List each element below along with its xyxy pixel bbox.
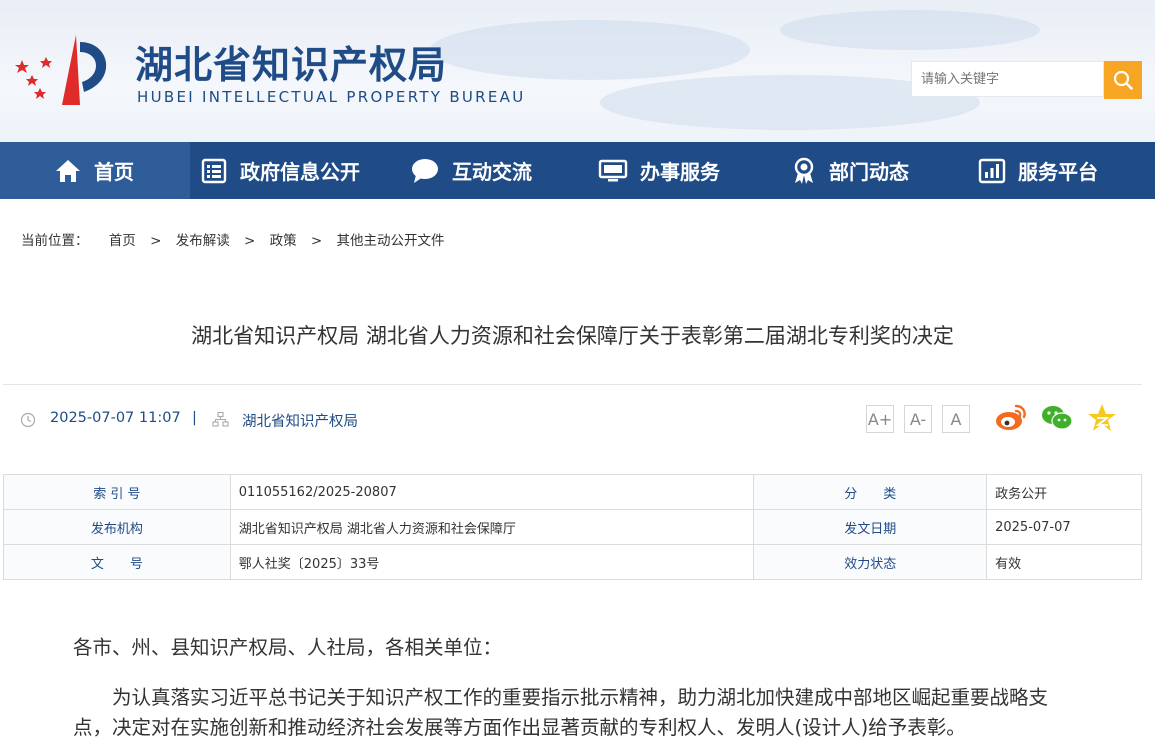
- info-key: 文 号: [3, 544, 231, 580]
- info-key: 发布机构: [3, 509, 231, 545]
- breadcrumb-item-release[interactable]: 发布解读: [176, 233, 230, 249]
- search-icon: [1113, 70, 1133, 90]
- font-default-label: A: [950, 409, 962, 429]
- info-key: 发文日期: [753, 509, 988, 545]
- nav-label: 服务平台: [1018, 160, 1098, 184]
- body-paragraph-line: 为认真落实习近平总书记关于知识产权工作的重要指示批示精神，助力湖北加快建成中部地…: [112, 686, 1049, 709]
- nav-item-gov-info[interactable]: 政府信息公开: [200, 142, 360, 199]
- wechat-share-icon[interactable]: [1040, 402, 1074, 434]
- font-larger-button[interactable]: A+: [866, 405, 894, 433]
- nav-item-interaction[interactable]: 互动交流: [410, 142, 532, 199]
- nav-label: 政府信息公开: [240, 160, 360, 184]
- nav-item-platform[interactable]: 服务平台: [978, 142, 1098, 199]
- article-title: 湖北省知识产权局 湖北省人力资源和社会保障厅关于表彰第二届湖北专利奖的决定: [191, 324, 954, 348]
- cloud-decoration: [780, 10, 1040, 50]
- font-default-button[interactable]: A: [942, 405, 970, 433]
- info-value: 有效: [986, 544, 1142, 580]
- nav-item-home[interactable]: 首页: [0, 142, 190, 199]
- bar-chart-icon: [978, 158, 1006, 183]
- site-logo-icon[interactable]: [10, 30, 120, 110]
- clock-icon: [20, 412, 36, 428]
- weibo-share-icon[interactable]: [994, 402, 1028, 434]
- monitor-icon: [598, 159, 628, 181]
- table-row: 发布机构 湖北省知识产权局 湖北省人力资源和社会保障厅 发文日期 2025-07…: [3, 509, 1142, 545]
- search-button[interactable]: [1104, 61, 1142, 99]
- info-value: 湖北省知识产权局 湖北省人力资源和社会保障厅: [229, 509, 755, 545]
- table-row: 索 引 号 011055162/2025-20807 分 类 政务公开: [3, 474, 1142, 510]
- divider: [3, 384, 1142, 385]
- nav-label: 部门动态: [829, 160, 909, 184]
- body-paragraph-line: 点，决定对在实施创新和推动经济社会发展等方面作出显著贡献的专利权人、发明人(设计…: [73, 716, 966, 739]
- cloud-decoration: [430, 20, 750, 80]
- font-smaller-label: A-: [909, 409, 927, 429]
- nav-label: 首页: [94, 160, 134, 184]
- nav-label: 互动交流: [452, 160, 532, 184]
- info-value: 鄂人社奖〔2025〕33号: [229, 544, 755, 580]
- font-smaller-button[interactable]: A-: [904, 405, 932, 433]
- qzone-share-icon[interactable]: [1086, 402, 1118, 434]
- publish-datetime: 2025-07-07 11:07: [50, 410, 181, 426]
- home-icon: [56, 159, 80, 182]
- breadcrumb-item-home[interactable]: 首页: [109, 233, 136, 249]
- breadcrumb: 当前位置： 首页 > 发布解读 > 政策 > 其他主动公开文件: [21, 229, 453, 249]
- nav-item-dept-news[interactable]: 部门动态: [791, 142, 909, 199]
- breadcrumb-prefix: 当前位置：: [21, 233, 89, 249]
- award-icon: [794, 157, 814, 184]
- breadcrumb-separator: >: [310, 233, 323, 249]
- meta-separator: |: [192, 410, 197, 426]
- table-row: 文 号 鄂人社奖〔2025〕33号 效力状态 有效: [3, 544, 1142, 580]
- site-subtitle: HUBEI INTELLECTUAL PROPERTY BUREAU: [137, 88, 526, 106]
- nav-label: 办事服务: [640, 160, 720, 184]
- breadcrumb-item-policy[interactable]: 政策: [270, 233, 297, 249]
- info-value: 2025-07-07: [986, 509, 1142, 545]
- breadcrumb-separator: >: [150, 233, 162, 249]
- search-field[interactable]: [911, 61, 1104, 97]
- salutation: 各市、州、县知识产权局、人社局，各相关单位：: [73, 636, 503, 659]
- info-key: 分 类: [753, 474, 988, 510]
- info-key: 效力状态: [753, 544, 988, 580]
- info-value: 政务公开: [986, 474, 1142, 510]
- site-title: 湖北省知识产权局: [135, 43, 448, 87]
- chat-bubble-icon: [412, 158, 438, 183]
- site-header: 湖北省知识产权局 HUBEI INTELLECTUAL PROPERTY BUR…: [0, 0, 1155, 142]
- breadcrumb-item-other[interactable]: 其他主动公开文件: [337, 233, 445, 249]
- organization-icon: [212, 411, 229, 427]
- document-list-icon: [201, 158, 227, 183]
- search-input[interactable]: [912, 62, 1101, 96]
- font-larger-label: A+: [867, 409, 893, 429]
- document-info-table: 索 引 号 011055162/2025-20807 分 类 政务公开 发布机构…: [3, 474, 1142, 580]
- nav-item-services[interactable]: 办事服务: [598, 142, 720, 199]
- publish-source: 湖北省知识产权局: [242, 414, 358, 430]
- info-key: 索 引 号: [3, 474, 231, 510]
- breadcrumb-separator: >: [244, 233, 256, 249]
- main-nav: 首页 政府信息公开 互动交流 办事服务 部门动态 服务平台: [0, 142, 1155, 199]
- info-value: 011055162/2025-20807: [229, 474, 755, 510]
